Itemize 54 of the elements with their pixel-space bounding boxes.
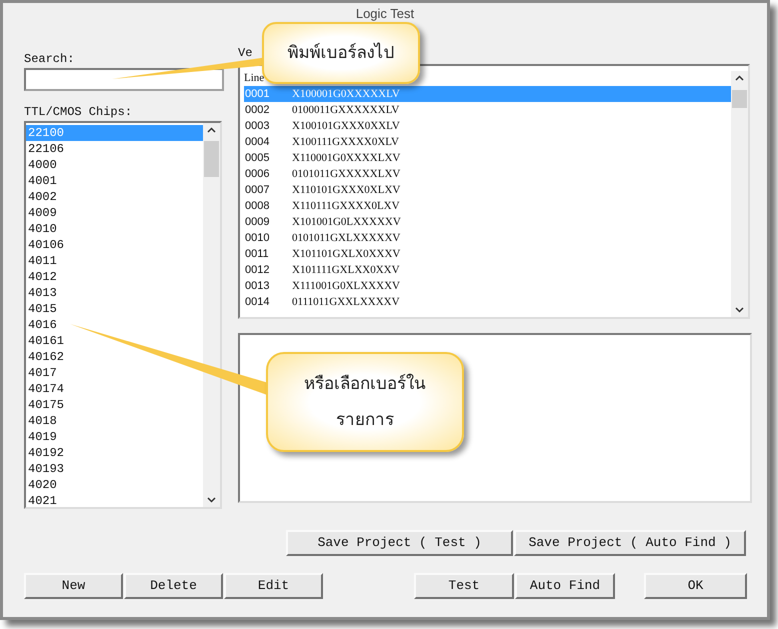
vector-row[interactable]: 0010 0101011GXLXXXXXV [244,230,731,246]
action-button[interactable]: Auto Find [515,573,615,599]
search-field[interactable] [24,68,224,91]
chip-item[interactable]: 4019 [26,429,203,445]
chip-item[interactable]: 40175 [26,397,203,413]
save-button[interactable]: Save Project ( Auto Find ) [514,530,746,556]
vector-row[interactable]: 0012 X101111GXLXX0XXV [244,262,731,278]
chip-item[interactable]: 4015 [26,301,203,317]
chip-item[interactable]: 4021 [26,493,203,509]
chip-item[interactable]: 40161 [26,333,203,349]
action-button[interactable]: Edit [224,573,323,599]
chip-item[interactable]: 40106 [26,237,203,253]
vector-row[interactable]: 0008 X110111GXXXX0LXV [244,198,731,214]
chip-item[interactable]: 4016 [26,317,203,333]
chip-item[interactable]: 4002 [26,189,203,205]
vector-row[interactable]: 0009 X101001G0LXXXXXV [244,214,731,230]
chip-item[interactable]: 4012 [26,269,203,285]
chip-item[interactable]: 4020 [26,477,203,493]
vector-row[interactable]: 0006 0101011GXXXXXLXV [244,166,731,182]
window-title: Logic Test [356,5,414,23]
action-button[interactable]: New [24,573,123,599]
chip-item[interactable]: 4011 [26,253,203,269]
action-button[interactable]: Delete [124,573,223,599]
vector-row[interactable]: 0014 0111011GXXLXXXXV [244,294,731,310]
scrollbar[interactable] [731,71,748,317]
chip-item[interactable]: 4009 [26,205,203,221]
chip-item[interactable]: 4017 [26,365,203,381]
vector-row[interactable]: 0002 0100011GXXXXXXLV [244,102,731,118]
chip-item[interactable]: 40192 [26,445,203,461]
scroll-thumb[interactable] [732,90,747,108]
vector-row[interactable]: 0013 X111001G0XLXXXXV [244,278,731,294]
vectors-label: Ve [238,45,252,60]
chip-item[interactable]: 4010 [26,221,203,237]
vector-row[interactable]: 0007 X110101GXXX0XLXV [244,182,731,198]
vector-row[interactable]: 0011 X101101GXLX0XXXV [244,246,731,262]
chip-item[interactable]: 4013 [26,285,203,301]
chip-item[interactable]: 40162 [26,349,203,365]
vector-row[interactable]: 0004 X100111GXXXX0XLV [244,134,731,150]
chip-item[interactable]: 4018 [26,413,203,429]
action-button[interactable]: Test [414,573,514,599]
chips-label: TTL/CMOS Chips: [24,104,134,119]
chip-item[interactable]: 40174 [26,381,203,397]
search-label: Search: [24,51,76,66]
ok-button[interactable]: OK [644,573,747,599]
vector-row[interactable]: 0003 X100101GXXX0XXLV [244,118,731,134]
vector-row[interactable]: 0005 X110001G0XXXXLXV [244,150,731,166]
chip-item[interactable]: 4000 [26,157,203,173]
scrollbar[interactable] [203,123,220,507]
chip-item[interactable]: 4001 [26,173,203,189]
scroll-thumb[interactable] [204,141,219,177]
callout: หรือเลือกเบอร์ใน รายการ [266,352,464,452]
chip-item[interactable]: 22106 [26,141,203,157]
save-button[interactable]: Save Project ( Test ) [286,530,513,556]
chip-item[interactable]: 40193 [26,461,203,477]
